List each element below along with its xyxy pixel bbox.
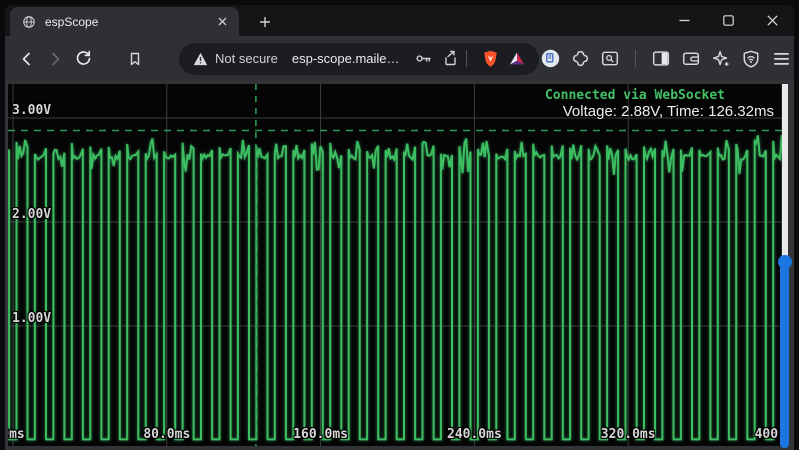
tab-strip: espScope [5, 5, 794, 36]
t-axis-label: 0ms [8, 427, 25, 442]
leo-ai-button[interactable] [710, 47, 732, 71]
back-button[interactable] [13, 45, 41, 73]
share-button[interactable] [440, 49, 460, 69]
profile-avatar-icon [541, 49, 560, 68]
share-icon [442, 50, 459, 67]
sparkle-icon [712, 50, 730, 68]
vertical-slider[interactable] [779, 84, 790, 448]
plus-icon [259, 16, 271, 28]
passkey-button[interactable] [413, 49, 433, 69]
cluster-divider [635, 50, 636, 67]
security-label: Not secure [215, 51, 278, 66]
t-axis-label: 160.0ms [293, 427, 348, 442]
t-axis-label: 80.0ms [143, 427, 190, 442]
key-icon [415, 50, 432, 67]
cursor-readout: Voltage: 2.88V, Time: 126.32ms [563, 103, 774, 120]
slider-track-upper[interactable] [782, 84, 788, 262]
forward-button[interactable] [41, 45, 69, 73]
wallet-button[interactable] [680, 47, 702, 71]
chevron-right-icon [47, 51, 63, 67]
chevron-left-icon [19, 51, 35, 67]
extensions-button[interactable] [569, 47, 591, 71]
search-panel-button[interactable] [599, 47, 621, 71]
bookmark-icon [127, 51, 143, 67]
bookmark-button[interactable] [121, 45, 149, 73]
browser-window: espScope [5, 5, 794, 450]
address-bar[interactable]: Not secure esp-scope.maile… [179, 43, 539, 75]
bat-triangle-icon [509, 51, 525, 66]
profile-button[interactable] [539, 47, 561, 71]
tab-close-icon[interactable] [213, 13, 231, 31]
oscilloscope-canvas[interactable]: Connected via WebSocket Voltage: 2.88V, … [8, 84, 786, 446]
waveform-plot [8, 84, 786, 446]
t-axis-label: 320.0ms [601, 427, 656, 442]
minimize-icon [679, 15, 690, 26]
menu-button[interactable] [770, 47, 792, 71]
tab-espscope[interactable]: espScope [10, 7, 239, 36]
search-box-icon [601, 50, 619, 67]
minimize-button[interactable] [662, 5, 706, 36]
browser-toolbar: Not secure esp-scope.maile… [5, 36, 794, 81]
toolbar-right-cluster [539, 47, 792, 71]
slider-thumb[interactable] [778, 255, 792, 269]
v-axis-label: 1.00V [12, 311, 51, 326]
maximize-button[interactable] [706, 5, 750, 36]
connection-status: Connected via WebSocket [545, 88, 725, 103]
v-axis-label: 2.00V [12, 207, 51, 222]
reload-button[interactable] [69, 45, 97, 73]
globe-favicon-icon [22, 15, 36, 29]
sidebar-button[interactable] [650, 47, 672, 71]
brave-shields-button[interactable] [480, 49, 500, 69]
close-icon [767, 15, 778, 26]
url-text: esp-scope.maile… [292, 51, 406, 66]
t-axis-label: 240.0ms [447, 427, 502, 442]
tab-title: espScope [45, 15, 213, 29]
brave-rewards-button[interactable] [507, 49, 527, 69]
brave-shield-icon [482, 50, 499, 68]
wallet-icon [682, 50, 700, 67]
shield-wifi-icon [742, 50, 760, 68]
hamburger-menu-icon [773, 52, 790, 66]
page-content: Connected via WebSocket Voltage: 2.88V, … [5, 81, 794, 450]
close-window-button[interactable] [750, 5, 794, 36]
sidebar-icon [652, 50, 670, 67]
reload-icon [75, 50, 92, 67]
vpn-button[interactable] [740, 47, 762, 71]
address-divider [466, 50, 467, 67]
v-axis-label: 3.00V [12, 103, 51, 118]
warning-icon [193, 52, 208, 66]
maximize-icon [723, 15, 734, 26]
extensions-icon [571, 49, 590, 68]
new-tab-button[interactable] [253, 11, 277, 33]
window-controls [662, 5, 794, 36]
slider-track-lower[interactable] [780, 262, 789, 448]
